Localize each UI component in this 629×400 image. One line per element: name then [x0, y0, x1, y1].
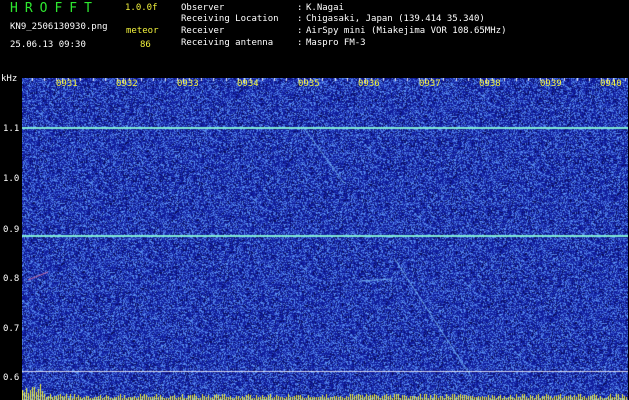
frequency-tick-label: 0.9 — [3, 225, 20, 235]
antenna-label: Receiving antenna — [181, 38, 274, 48]
location-value: Chigasaki, Japan (139.414 35.340) — [306, 14, 485, 24]
receiver-colon: : — [297, 26, 303, 36]
location-label: Receiving Location — [181, 14, 279, 24]
observation-type: meteor — [126, 26, 159, 36]
time-tick-label: 0936 — [358, 79, 380, 89]
detection-count: 86 — [140, 40, 151, 50]
time-tick-label: 0934 — [237, 79, 259, 89]
antenna-value: Maspro FM-3 — [306, 38, 366, 48]
time-tick-label: 0939 — [540, 79, 562, 89]
time-tick-label: 0935 — [298, 79, 320, 89]
observation-timestamp: 25.06.13 09:30 — [10, 40, 86, 50]
time-tick-label: 0931 — [56, 79, 78, 89]
time-tick-label: 0940 — [600, 79, 622, 89]
observer-label: Observer — [181, 3, 225, 13]
receiver-value: AirSpy mini (Miakejima VOR 108.65MHz) — [306, 26, 507, 36]
waterfall-canvas — [22, 78, 628, 400]
time-tick-label: 0933 — [177, 79, 199, 89]
observer-colon: : — [297, 3, 303, 13]
app-title: HROFFT — [10, 1, 99, 16]
frequency-unit-label: kHz — [1, 74, 18, 84]
image-filename: KN9_2506130930.png — [10, 22, 108, 32]
frequency-tick-label: 0.8 — [3, 274, 20, 284]
time-tick-label: 0937 — [419, 79, 441, 89]
app-version: 1.0.0f — [125, 3, 158, 13]
time-tick-label: 0938 — [479, 79, 501, 89]
frequency-tick-label: 1.0 — [3, 174, 20, 184]
hrofft-screen: HROFFT 1.0.0f KN9_2506130930.png meteor … — [0, 0, 629, 400]
time-tick-label: 0932 — [116, 79, 138, 89]
location-colon: : — [297, 14, 303, 24]
observer-value: K.Nagai — [306, 3, 344, 13]
frequency-tick-label: 0.7 — [3, 324, 20, 334]
frequency-tick-label: 1.1 — [3, 124, 20, 134]
receiver-label: Receiver — [181, 26, 225, 36]
spectrogram-waterfall — [22, 78, 628, 400]
antenna-colon: : — [297, 38, 303, 48]
frequency-tick-label: 0.6 — [3, 373, 20, 383]
time-axis: 0931 0932 0933 0934 0935 0936 0937 0938 … — [22, 78, 628, 94]
